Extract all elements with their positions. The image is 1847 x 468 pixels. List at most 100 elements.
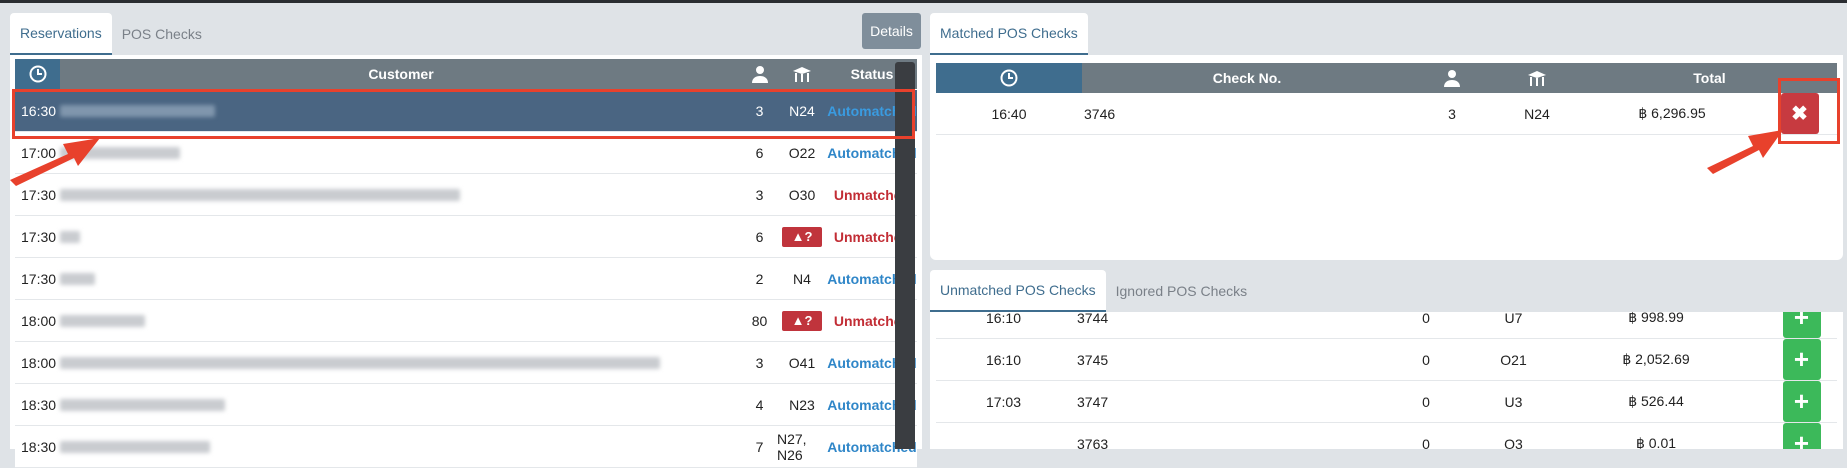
row-time: 18:30 <box>21 438 57 455</box>
row-guests: 3 <box>755 354 764 371</box>
row-time: 18:30 <box>21 396 57 413</box>
reservation-row[interactable]: 18:30 4 N23 Automatched <box>15 384 917 426</box>
action-cell: + <box>1766 423 1837 449</box>
tab-unmatched-pos-checks[interactable]: Unmatched POS Checks <box>930 270 1106 312</box>
customer-name-redacted <box>60 174 742 215</box>
row-table: ▲? <box>777 300 827 341</box>
row-time: 17:30 <box>21 270 57 287</box>
row-time: 16:10 <box>985 312 1022 326</box>
annotation-arrow-left <box>10 138 100 186</box>
row-guests: 0 <box>1422 312 1430 326</box>
annotation-arrow-right <box>1707 130 1783 174</box>
customer-name-redacted <box>60 300 742 341</box>
highlight-selected-reservation <box>12 89 915 139</box>
unmatched-tabs: Unmatched POS Checks Ignored POS Checks <box>930 270 1257 312</box>
row-table: O41 <box>777 342 827 383</box>
reservation-row[interactable]: 18:30 7 N27, N26 Automatched <box>15 426 917 468</box>
unmatched-row[interactable]: 16:10 3744 0 U7 ฿ 998.99 + <box>936 312 1837 339</box>
reservation-row[interactable]: 17:30 3 O30 Unmatched <box>15 174 917 216</box>
unknown-table-icon: ▲? <box>782 226 822 247</box>
matched-tabs: Matched POS Checks <box>930 13 1088 55</box>
row-table: O30 <box>777 174 827 215</box>
row-table-value: O22 <box>788 144 816 161</box>
tab-reservations[interactable]: Reservations <box>10 13 112 55</box>
row-table: N24 <box>1524 105 1550 122</box>
row-guests: 0 <box>1422 351 1430 368</box>
matched-header: Check No. Total <box>936 63 1837 93</box>
customer-name-redacted <box>60 258 742 299</box>
row-table-value: N4 <box>793 270 811 287</box>
row-guests: 4 <box>755 396 764 413</box>
row-time: 17:03 <box>985 393 1022 410</box>
row-table-value: O41 <box>788 354 816 371</box>
column-check-no[interactable]: Check No. <box>1082 63 1412 93</box>
matched-row[interactable]: 16:40 3746 3 N24 ฿ 6,296.95 ✖ <box>936 93 1837 135</box>
row-table: O21 <box>1500 351 1527 368</box>
row-time: 16:10 <box>985 351 1022 368</box>
customer-name-redacted <box>60 426 742 467</box>
row-guests: 7 <box>755 438 764 455</box>
top-bar <box>0 0 1847 3</box>
unmatched-panel: 16:10 3744 0 U7 ฿ 998.99 +16:10 3745 0 O21 ฿ 2,05… <box>930 312 1843 449</box>
row-table-value: N23 <box>789 396 815 413</box>
action-cell: + <box>1766 312 1837 338</box>
row-check-no: 3745 <box>1077 351 1109 368</box>
row-guests: 0 <box>1422 393 1430 410</box>
reservations-header: Customer Status <box>15 59 917 89</box>
row-check-no: 3746 <box>1084 105 1116 122</box>
row-table: ▲? <box>777 216 827 257</box>
match-button[interactable]: + <box>1782 381 1821 422</box>
details-button[interactable]: Details <box>862 13 921 49</box>
row-guests: 2 <box>755 270 764 287</box>
row-time: 16:40 <box>991 105 1027 122</box>
row-time <box>936 423 1071 449</box>
left-tabs: Reservations POS Checks <box>10 11 212 55</box>
row-guests: 3 <box>755 186 764 203</box>
column-customer[interactable]: Customer <box>60 59 742 89</box>
row-time: 18:00 <box>21 312 57 329</box>
unmatched-row[interactable]: 17:03 3747 0 U3 ฿ 526.44 + <box>936 381 1837 423</box>
row-time: 17:30 <box>21 228 57 245</box>
unknown-table-icon: ▲? <box>782 310 822 331</box>
match-button[interactable]: + <box>1782 423 1821 449</box>
row-check-no: 3747 <box>1077 393 1109 410</box>
row-time: 18:00 <box>21 354 57 371</box>
highlight-unmatch-button <box>1778 78 1840 144</box>
row-guests: 0 <box>1422 435 1430 450</box>
person-icon[interactable] <box>742 59 777 89</box>
match-button[interactable]: + <box>1782 312 1821 338</box>
row-table: O3 <box>1504 435 1523 450</box>
row-total: ฿ 998.99 <box>1628 312 1684 325</box>
tab-matched-pos-checks[interactable]: Matched POS Checks <box>930 13 1088 55</box>
row-total: ฿ 2,052.69 <box>1622 351 1690 367</box>
tab-ignored-pos-checks[interactable]: Ignored POS Checks <box>1106 270 1258 312</box>
row-table: U3 <box>1504 393 1523 410</box>
row-table-value: N27, N26 <box>777 430 807 463</box>
customer-name-redacted <box>60 384 742 425</box>
reservation-row[interactable]: 17:30 6 ▲? Unmatched <box>15 216 917 258</box>
action-cell: + <box>1766 339 1837 380</box>
customer-name-redacted <box>60 216 742 257</box>
unmatched-row[interactable]: 3763 0 O3 ฿ 0.01 + <box>936 423 1837 449</box>
clock-icon[interactable] <box>936 63 1082 93</box>
unmatched-row[interactable]: 16:10 3745 0 O21 ฿ 2,052.69 + <box>936 339 1837 381</box>
row-table: N4 <box>777 258 827 299</box>
reservation-row[interactable]: 18:00 80 ▲? Unmatched <box>15 300 917 342</box>
table-icon[interactable] <box>1492 63 1582 93</box>
clock-icon[interactable] <box>15 59 60 89</box>
reservation-row[interactable]: 17:30 2 N4 Automatched <box>15 258 917 300</box>
row-check-no: 3744 <box>1077 312 1109 326</box>
row-table: N27, N26 <box>777 426 827 467</box>
person-icon[interactable] <box>1412 63 1492 93</box>
row-table: N23 <box>777 384 827 425</box>
match-button[interactable]: + <box>1782 339 1821 380</box>
row-total: ฿ 0.01 <box>1635 435 1677 449</box>
row-table-value: O30 <box>788 186 816 203</box>
row-check-no: 3763 <box>1077 435 1109 450</box>
tab-pos-checks[interactable]: POS Checks <box>112 13 212 55</box>
action-cell: + <box>1766 381 1837 422</box>
row-total: ฿ 526.44 <box>1628 393 1684 409</box>
table-icon[interactable] <box>777 59 827 89</box>
reservation-row[interactable]: 18:00 3 O41 Automatched <box>15 342 917 384</box>
row-guests: 3 <box>1448 105 1456 122</box>
